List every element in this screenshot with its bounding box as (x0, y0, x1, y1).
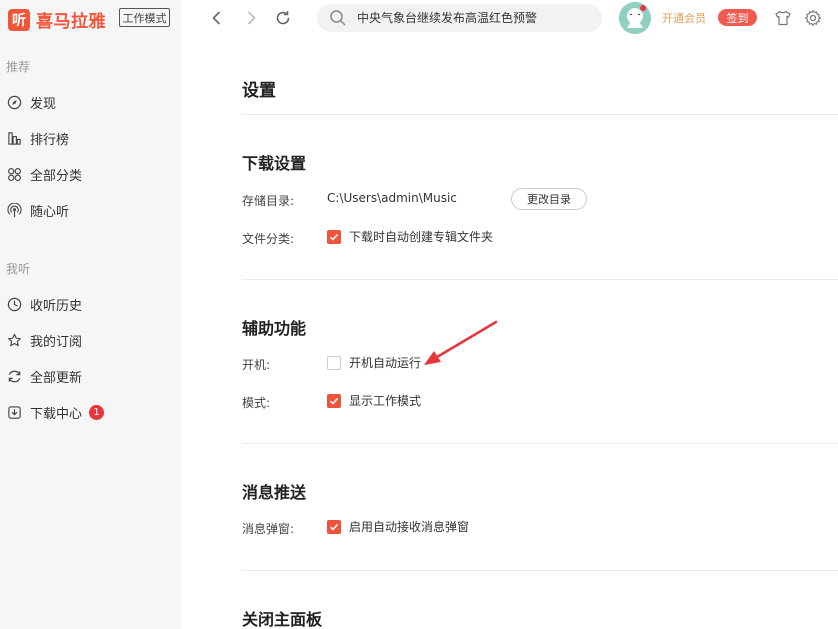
settings-button[interactable] (802, 7, 824, 29)
app-logo[interactable]: 听 喜马拉雅 (8, 7, 106, 32)
sidebar-item-downloads[interactable]: 下载中心 1 (6, 401, 166, 423)
refresh-button[interactable] (272, 7, 294, 29)
checkmark-icon (329, 397, 339, 405)
sidebar-item-label: 排行榜 (30, 132, 70, 148)
sidebar-item-updates[interactable]: 全部更新 (6, 365, 166, 387)
section-title-push: 消息推送 (242, 483, 307, 502)
section-label-mine: 我听 (6, 262, 31, 276)
sidebar-item-history[interactable]: 收听历史 (6, 293, 166, 315)
page-title: 设置 (242, 81, 276, 101)
storage-dir-path: C:\Users\admin\Music (327, 191, 457, 205)
divider (242, 443, 838, 444)
sidebar-item-discover[interactable]: 发现 (6, 91, 166, 113)
sidebar-item-label: 下载中心 (30, 406, 83, 422)
back-button[interactable] (206, 7, 228, 29)
divider (242, 279, 838, 280)
mode-label: 模式: (242, 396, 271, 410)
avatar[interactable] (619, 2, 651, 34)
checkin-button[interactable]: 签到 (718, 9, 757, 26)
reload-icon (276, 11, 290, 25)
download-count-badge: 1 (89, 404, 105, 420)
section-title-close-panel: 关闭主面板 (242, 610, 323, 629)
work-mode-tag[interactable]: 工作模式 (119, 8, 170, 27)
checkmark-icon (329, 523, 339, 531)
sidebar-item-label: 发现 (30, 96, 57, 112)
divider (242, 570, 838, 571)
logo-text: 喜马拉雅 (36, 12, 106, 32)
vip-link[interactable]: 开通会员 (662, 10, 706, 26)
auto-start-label: 开机自动运行 (349, 356, 422, 370)
divider (242, 114, 838, 115)
sidebar: 听 喜马拉雅 工作模式 推荐 发现 排行榜 全部分类 随心听 我听 收听历史 我… (0, 0, 181, 629)
search-icon (329, 9, 347, 27)
sidebar-item-categories[interactable]: 全部分类 (6, 163, 166, 185)
sidebar-item-ranking[interactable]: 排行榜 (6, 127, 166, 149)
clock-icon (6, 296, 22, 312)
download-icon (6, 404, 22, 420)
chart-bar-icon (6, 130, 22, 146)
work-mode-checkbox[interactable] (327, 393, 341, 408)
work-mode-option[interactable]: 显示工作模式 (327, 392, 421, 409)
logo-mark: 听 (8, 8, 30, 31)
popup-option-label: 启用自动接收消息弹窗 (349, 520, 470, 534)
gear-icon (804, 9, 822, 27)
sidebar-item-label: 我的订阅 (30, 334, 83, 350)
search-input[interactable] (357, 11, 587, 25)
change-dir-button[interactable]: 更改目录 (511, 188, 587, 210)
star-icon (6, 332, 22, 348)
sidebar-item-subscriptions[interactable]: 我的订阅 (6, 329, 166, 351)
sidebar-item-label: 全部分类 (30, 168, 83, 184)
auto-album-folder-checkbox[interactable] (327, 229, 341, 244)
search-box[interactable] (317, 4, 602, 32)
auto-start-checkbox[interactable] (327, 355, 341, 370)
section-title-assist: 辅助功能 (242, 319, 307, 338)
sidebar-item-random-listen[interactable]: 随心听 (6, 199, 166, 221)
popup-label: 消息弹窗: (242, 522, 295, 536)
sidebar-item-label: 收听历史 (30, 298, 83, 314)
skin-button[interactable] (772, 7, 794, 29)
popup-option[interactable]: 启用自动接收消息弹窗 (327, 518, 469, 535)
forward-button[interactable] (240, 7, 262, 29)
section-title-download: 下载设置 (242, 154, 307, 173)
sidebar-item-label: 随心听 (30, 204, 70, 220)
auto-album-folder-label: 下载时自动创建专辑文件夹 (349, 230, 494, 244)
auto-start-option[interactable]: 开机自动运行 (327, 354, 421, 371)
popup-checkbox[interactable] (327, 519, 341, 534)
work-mode-label: 显示工作模式 (349, 394, 422, 408)
annotation-arrow-icon (424, 320, 498, 365)
tshirt-icon (775, 10, 791, 26)
boot-label: 开机: (242, 358, 271, 372)
sidebar-item-label: 全部更新 (30, 370, 83, 386)
compass-icon (6, 94, 22, 110)
broadcast-icon (6, 202, 22, 218)
auto-album-folder-option[interactable]: 下载时自动创建专辑文件夹 (327, 228, 493, 245)
section-label-recommend: 推荐 (6, 60, 31, 74)
chevron-right-icon (247, 11, 256, 25)
checkmark-icon (329, 233, 339, 241)
grid-icon (6, 166, 22, 182)
chevron-left-icon (212, 11, 221, 25)
refresh-icon (6, 368, 22, 384)
file-classify-label: 文件分类: (242, 232, 295, 246)
storage-dir-label: 存储目录: (242, 194, 295, 208)
